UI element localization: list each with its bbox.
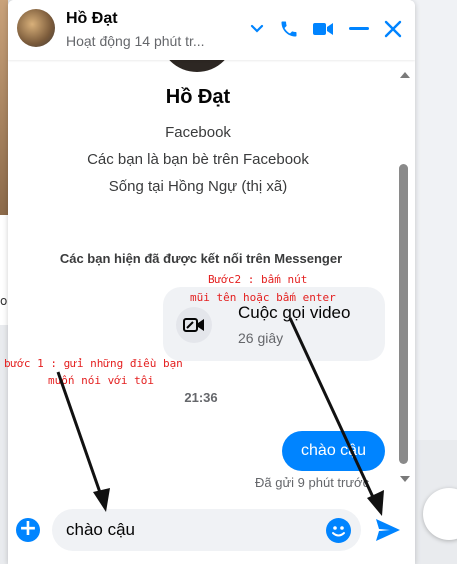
profile-location: Sống tại Hồng Ngự (thị xã) [108,178,288,195]
call-title: Cuộc gọi video [238,303,351,322]
video-icon[interactable] [310,16,336,42]
step1-annotation-line2: muốn nói với tôi [48,374,154,387]
contact-status: Hoạt động 14 phút tr... [66,33,205,49]
background-text: o [0,294,8,308]
message-input[interactable]: chào cậu [52,509,361,551]
time-separator: 21:36 [184,390,218,405]
outgoing-message[interactable]: chào cậu [282,431,385,471]
close-icon[interactable] [380,16,406,42]
plus-icon[interactable]: + [16,518,40,542]
scrollbar[interactable] [397,64,411,494]
background-photo [0,0,8,215]
profile-friendship: Các bạn là bạn bè trên Facebook [87,151,309,168]
connected-notice: Các bạn hiện đã được kết nối trên Messen… [59,251,343,266]
chevron-down-icon[interactable] [244,16,270,42]
video-call-icon [176,307,212,343]
background-button[interactable] [423,488,457,540]
emoji-icon[interactable] [326,518,351,543]
sent-status: Đã gửi 9 phút trước [255,475,370,490]
message-input-value[interactable]: chào cậu [66,520,135,540]
scroll-up-icon[interactable] [400,72,410,78]
contact-name[interactable]: Hồ Đạt [66,10,118,28]
profile-name: Hồ Đạt [165,86,231,108]
step2-annotation-line1: Bước2 : bấm nút [208,273,308,286]
minimize-icon[interactable] [346,16,372,42]
phone-icon[interactable] [276,16,302,42]
profile-platform: Facebook [165,124,231,141]
background-panel [412,0,457,440]
scroll-down-icon[interactable] [400,476,410,482]
call-duration: 26 giây [238,330,284,346]
background-card [0,215,8,325]
step2-annotation-line2: mũi tên hoặc bấm enter [190,291,336,304]
scroll-thumb[interactable] [399,164,408,464]
send-icon[interactable] [374,517,402,543]
step1-annotation-line1: bước 1 : gửi những điều bạn [4,357,183,370]
avatar[interactable] [17,9,55,47]
chat-header: Hồ Đạt Hoạt động 14 phút tr... [8,0,415,60]
composer: + chào cậu [8,500,415,564]
